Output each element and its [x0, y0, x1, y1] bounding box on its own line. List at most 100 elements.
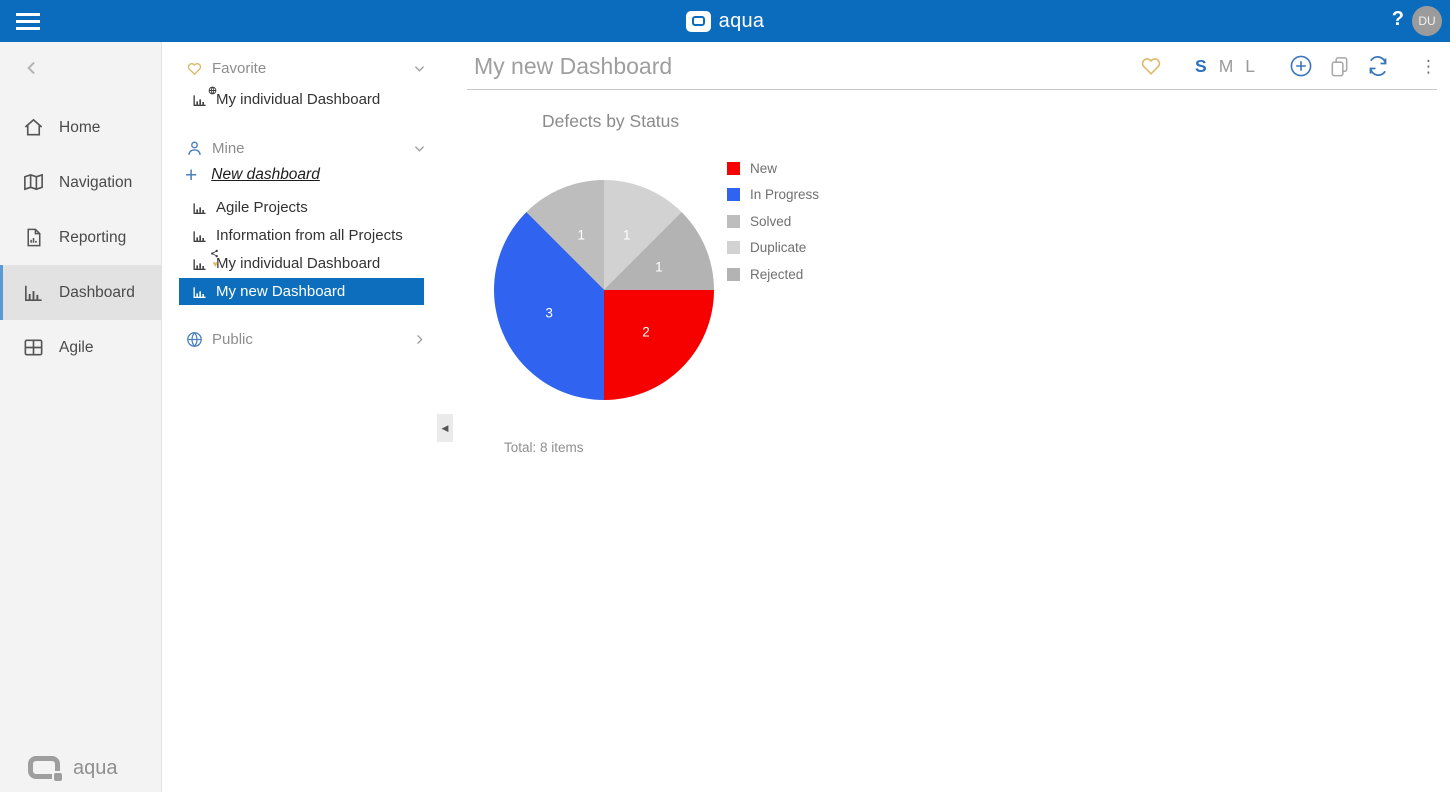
user-avatar[interactable]: DU — [1412, 6, 1442, 36]
legend-swatch — [727, 241, 740, 255]
add-widget-button[interactable] — [1289, 54, 1313, 78]
pie-slice-value: 1 — [577, 227, 586, 243]
new-dashboard-link[interactable]: + New dashboard — [185, 163, 320, 187]
aqua-logo-icon — [26, 754, 64, 782]
sidebar-item-home[interactable]: Home — [0, 100, 162, 155]
chevron-down-icon[interactable] — [412, 61, 427, 76]
mini-chart-icon — [193, 202, 205, 214]
globe-icon — [183, 330, 205, 349]
section-label: Mine — [212, 139, 245, 157]
legend-item: Rejected — [727, 261, 819, 288]
size-small-button[interactable]: S — [1195, 56, 1207, 77]
sidebar-item-navigation[interactable]: Navigation — [0, 155, 162, 210]
chevron-right-icon[interactable] — [412, 332, 427, 347]
dashboard-item-label: Agile Projects — [216, 199, 308, 216]
shared-globe-badge-icon — [208, 86, 217, 95]
favorite-heart-badge-icon: ♥ — [212, 258, 218, 269]
pie-slice-value: 2 — [642, 324, 650, 340]
page-title: My new Dashboard — [474, 53, 673, 79]
legend-label: In Progress — [750, 187, 820, 203]
sidebar-item-label: Home — [59, 118, 101, 136]
map-icon — [24, 173, 43, 191]
clipboard-copy-icon — [1331, 56, 1348, 76]
home-icon — [24, 118, 43, 136]
dashboard-item-my-new-dashboard[interactable]: My new Dashboard — [179, 278, 424, 305]
brand-name: aqua — [718, 9, 765, 32]
chart-total: Total: 8 items — [504, 440, 584, 455]
favorite-heart-button[interactable] — [1139, 54, 1163, 78]
dashboard-item-label: My individual Dashboard — [216, 91, 381, 108]
app-brand: aqua — [0, 0, 1450, 42]
report-document-icon — [27, 228, 41, 247]
dashboard-item-label: Information from all Projects — [216, 227, 403, 244]
refresh-button[interactable] — [1366, 54, 1390, 78]
sidebar-item-reporting[interactable]: Reporting — [0, 210, 162, 265]
dashboard-item-label: My individual Dashboard — [216, 255, 381, 272]
copy-dashboard-button[interactable] — [1328, 55, 1351, 78]
more-options-button[interactable]: ⋮ — [1420, 58, 1437, 75]
refresh-icon — [1369, 55, 1387, 77]
person-icon — [183, 139, 205, 158]
dashboard-item-agile-projects[interactable]: Agile Projects — [179, 194, 424, 221]
legend-label: New — [750, 160, 778, 176]
sidebar: Home Navigation Reporting Dashboard Agil… — [0, 42, 162, 792]
legend-swatch — [727, 188, 740, 202]
chart-legend: New In Progress Solved Duplicate Rejected — [727, 155, 819, 288]
public-section-header[interactable]: Public — [163, 326, 455, 352]
sidebar-item-label: Navigation — [59, 173, 133, 191]
legend-item: New — [727, 155, 819, 182]
legend-label: Duplicate — [750, 240, 807, 256]
chevron-down-icon[interactable] — [412, 141, 427, 156]
favorite-section-header[interactable]: Favorite — [163, 55, 455, 81]
dashboard-item-information-from-all-projects[interactable]: Information from all Projects — [179, 222, 424, 249]
legend-item: Solved — [727, 208, 819, 235]
pie-slice-value: 3 — [545, 305, 553, 321]
heart-outline-icon — [183, 59, 205, 78]
collapse-panel-handle[interactable]: ◀ — [437, 414, 453, 442]
main-content: My new Dashboard S M L ⋮ Defects by Stat… — [455, 42, 1450, 792]
sidebar-brand: aqua — [26, 754, 118, 782]
pie-slice-value: 1 — [655, 259, 663, 275]
collapse-sidebar-button[interactable] — [22, 58, 42, 78]
share-badge-icon — [210, 249, 219, 258]
mine-section-header[interactable]: Mine — [163, 135, 455, 161]
pie-slice-value: 1 — [622, 227, 631, 243]
legend-item: In Progress — [727, 182, 819, 209]
dashboard-toolbar: S M L ⋮ — [1139, 42, 1437, 90]
dashboard-item-label: My new Dashboard — [216, 283, 346, 300]
header-divider — [467, 89, 1437, 90]
sidebar-item-label: Agile — [59, 338, 94, 356]
legend-swatch — [727, 161, 740, 175]
bar-chart-icon — [25, 285, 42, 301]
legend-swatch — [727, 214, 740, 228]
sidebar-item-agile[interactable]: Agile — [0, 320, 162, 375]
mini-chart-icon — [193, 94, 205, 106]
pie-chart[interactable]: 2 3 1 1 1 — [494, 180, 714, 400]
section-label: Favorite — [212, 59, 267, 77]
legend-label: Rejected — [750, 266, 804, 282]
plus-icon: + — [185, 163, 198, 187]
sidebar-item-label: Reporting — [59, 228, 127, 246]
mini-chart-icon — [193, 230, 205, 242]
size-large-button[interactable]: L — [1245, 56, 1255, 77]
legend-swatch — [727, 267, 740, 281]
circled-plus-icon — [1290, 55, 1312, 77]
sidebar-item-label: Dashboard — [59, 283, 135, 301]
top-bar: aqua ? DU — [0, 0, 1450, 42]
chart-title: Defects by Status — [542, 111, 680, 131]
help-button[interactable]: ? — [1392, 8, 1404, 31]
board-grid-icon — [24, 339, 43, 356]
legend-label: Solved — [750, 213, 792, 229]
mini-chart-icon — [193, 258, 205, 270]
dashboard-item-my-individual-dashboard[interactable]: ♥ My individual Dashboard — [179, 249, 424, 277]
new-dashboard-label: New dashboard — [211, 166, 320, 183]
heart-outline-icon — [1141, 58, 1161, 75]
dashboards-panel: Favorite My individual Dashboard Mine + … — [163, 42, 455, 792]
sidebar-brand-name: aqua — [73, 756, 118, 779]
legend-item: Duplicate — [727, 235, 819, 262]
favorite-dashboard-item[interactable]: My individual Dashboard — [179, 86, 424, 113]
chevron-left-icon — [27, 61, 35, 75]
size-medium-button[interactable]: M — [1219, 56, 1234, 77]
section-label: Public — [212, 330, 253, 348]
sidebar-item-dashboard[interactable]: Dashboard — [0, 265, 162, 320]
